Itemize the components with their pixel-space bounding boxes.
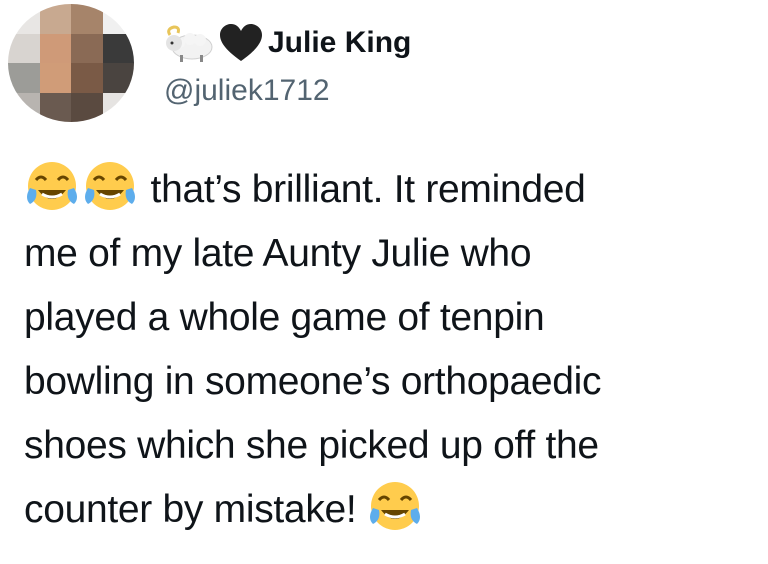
face-with-tears-of-joy-icon bbox=[370, 482, 420, 530]
user-handle[interactable]: @juliek1712 bbox=[164, 74, 744, 108]
avatar[interactable] bbox=[8, 4, 134, 122]
text-line-5: shoes which she picked up off the bbox=[24, 424, 599, 467]
face-with-tears-of-joy-icon bbox=[85, 162, 135, 210]
tweet-text: that’s brilliant. It reminded me of my l… bbox=[24, 158, 754, 542]
text-line-4: bowling in someone’s orthopaedic bbox=[24, 360, 602, 403]
text-line: counter by mistake! bbox=[24, 478, 754, 542]
tweet-header: Julie King @juliek1712 bbox=[164, 18, 744, 108]
ram-icon bbox=[166, 25, 213, 62]
text-line: that’s brilliant. It reminded bbox=[24, 158, 754, 222]
tweet: Julie King @juliek1712 that’s brilliant.… bbox=[0, 0, 768, 564]
display-name[interactable]: Julie King bbox=[268, 26, 448, 60]
name-row[interactable]: Julie King bbox=[164, 18, 744, 68]
text-line-3: played a whole game of tenpin bbox=[24, 296, 545, 339]
text-line-6: counter by mistake! bbox=[24, 488, 357, 531]
black-heart-icon bbox=[220, 24, 262, 61]
text-line-2: me of my late Aunty Julie who bbox=[24, 232, 532, 275]
face-with-tears-of-joy-icon bbox=[27, 162, 77, 210]
text-line-1: that’s brilliant. It reminded bbox=[150, 168, 586, 211]
